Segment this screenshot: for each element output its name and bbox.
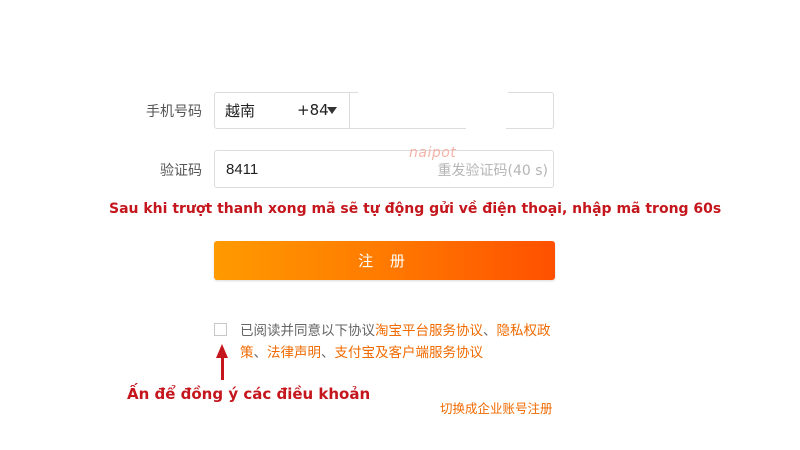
code-label: 验证码: [160, 163, 202, 179]
separator: 、: [321, 345, 335, 361]
phone-input[interactable]: [352, 93, 552, 127]
phone-label: 手机号码: [146, 104, 202, 120]
caret-down-icon: [327, 107, 337, 114]
watermark: naipot: [409, 145, 457, 161]
switch-enterprise-link[interactable]: 切换成企业账号注册: [440, 398, 553, 417]
separator: 、: [483, 323, 497, 339]
link-alipay-agreement[interactable]: 支付宝及客户端服务协议: [335, 345, 484, 361]
separator: 、: [253, 345, 268, 361]
agreement-text: 已阅读并同意以下协议淘宝平台服务协议、隐私权政策、法律声明、支付宝及客户端服务协…: [240, 320, 560, 364]
agreement-prefix: 已阅读并同意以下协议: [240, 323, 375, 339]
resend-code-button[interactable]: 重发验证码(40 s): [420, 160, 548, 180]
link-legal-notice[interactable]: 法律声明: [267, 345, 321, 361]
code-input[interactable]: [216, 152, 406, 186]
agree-checkbox[interactable]: [214, 323, 227, 336]
register-button[interactable]: 注 册: [214, 241, 555, 280]
country-select[interactable]: 越南 +84: [214, 92, 350, 129]
country-name: 越南: [225, 102, 256, 120]
country-code: +84: [297, 101, 329, 119]
instruction-text: Sau khi trượt thanh xong mã sẽ tự động g…: [109, 201, 722, 217]
arrow-shaft: [221, 356, 224, 380]
divider: [349, 92, 350, 129]
link-platform-agreement[interactable]: 淘宝平台服务协议: [375, 323, 483, 339]
checkbox-hint: Ấn để đồng ý các điều khoản: [127, 385, 371, 403]
